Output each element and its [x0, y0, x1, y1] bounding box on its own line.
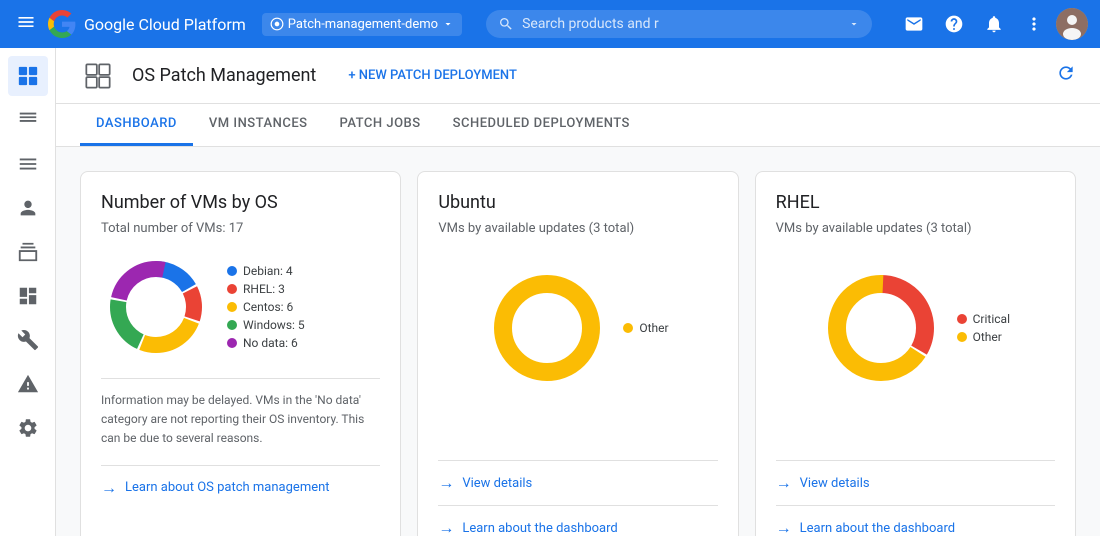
- sidebar-item-list[interactable]: [8, 144, 48, 184]
- legend-debian: Debian: 4: [227, 264, 305, 278]
- legend-nodata: No data: 6: [227, 336, 305, 350]
- link-arrow-icon: →: [438, 473, 454, 493]
- menu-icon[interactable]: [12, 8, 40, 41]
- legend-dot-centos: [227, 302, 237, 312]
- ubuntu-view-details-link[interactable]: → View details: [438, 460, 717, 505]
- search-dropdown-icon: [848, 18, 860, 30]
- vms-donut-container: Debian: 4 RHEL: 3 Centos: 6 Windows: [101, 252, 380, 362]
- legend-dot-ubuntu-other: [623, 323, 633, 333]
- legend-dot-rhel-critical: [957, 314, 967, 324]
- project-icon: [270, 17, 284, 31]
- help-icon[interactable]: [936, 6, 972, 42]
- tabs: DASHBOARD VM INSTANCES PATCH JOBS SCHEDU…: [56, 104, 1100, 147]
- link-arrow-icon: →: [776, 518, 792, 536]
- dashboard-content: Number of VMs by OS Total number of VMs:…: [56, 147, 1100, 536]
- link-arrow-icon: →: [776, 473, 792, 493]
- main-layout: OS Patch Management + NEW PATCH DEPLOYME…: [0, 48, 1100, 536]
- gcp-logo-icon: [48, 10, 76, 38]
- card-title-rhel: RHEL: [776, 192, 1055, 213]
- ubuntu-donut-area: Other: [438, 252, 717, 404]
- project-dropdown-icon: [442, 18, 454, 30]
- legend-dot-nodata: [227, 338, 237, 348]
- rhel-links: → View details → Learn about the dashboa…: [776, 460, 1055, 536]
- logo: Google Cloud Platform: [48, 10, 246, 38]
- sidebar-item-storage[interactable]: [8, 232, 48, 272]
- rhel-learn-dashboard-link[interactable]: → Learn about the dashboard: [776, 505, 1055, 536]
- legend-dot-rhel: [227, 284, 237, 294]
- sidebar-item-person[interactable]: [8, 188, 48, 228]
- legend-rhel-critical: Critical: [957, 312, 1010, 326]
- rhel-legend: Critical Other: [957, 312, 1010, 344]
- page-icon: [80, 58, 116, 94]
- card-subtitle-vms: Total number of VMs: 17: [101, 221, 380, 236]
- topnav: Google Cloud Platform Patch-management-d…: [0, 0, 1100, 48]
- vms-donut-chart: [101, 252, 211, 362]
- sidebar-item-warning[interactable]: [8, 364, 48, 404]
- sidebar-item-settings[interactable]: [8, 408, 48, 448]
- search-placeholder: Search products and r: [522, 16, 840, 32]
- legend-centos: Centos: 6: [227, 300, 305, 314]
- rhel-donut-area: Critical Other: [776, 252, 1055, 404]
- avatar[interactable]: [1056, 8, 1088, 40]
- sidebar-item-compute[interactable]: [8, 100, 48, 140]
- notifications-icon[interactable]: [976, 6, 1012, 42]
- tab-scheduled-deployments[interactable]: SCHEDULED DEPLOYMENTS: [437, 104, 646, 146]
- sidebar-item-tools[interactable]: [8, 320, 48, 360]
- sidebar-item-dashboard[interactable]: [8, 276, 48, 316]
- link-arrow-icon: →: [101, 478, 117, 498]
- project-name: Patch-management-demo: [288, 17, 438, 32]
- link-arrow-icon: →: [438, 518, 454, 536]
- legend-ubuntu-other: Other: [623, 321, 668, 335]
- ubuntu-links: → View details → Learn about the dashboa…: [438, 460, 717, 536]
- app-title: Google Cloud Platform: [84, 15, 246, 34]
- project-selector[interactable]: Patch-management-demo: [262, 13, 462, 36]
- search-bar[interactable]: Search products and r: [486, 10, 872, 38]
- card-title-vms: Number of VMs by OS: [101, 192, 380, 213]
- search-icon: [498, 16, 514, 32]
- card-subtitle-rhel: VMs by available updates (3 total): [776, 221, 1055, 236]
- ubuntu-learn-dashboard-link[interactable]: → Learn about the dashboard: [438, 505, 717, 536]
- ubuntu-card: Ubuntu VMs by available updates (3 total…: [417, 171, 738, 536]
- vms-legend: Debian: 4 RHEL: 3 Centos: 6 Windows: [227, 264, 305, 350]
- tab-vm-instances[interactable]: VM INSTANCES: [193, 104, 324, 146]
- ubuntu-legend: Other: [623, 321, 668, 335]
- vms-by-os-card: Number of VMs by OS Total number of VMs:…: [80, 171, 401, 536]
- topnav-actions: [896, 6, 1088, 42]
- legend-rhel-other: Other: [957, 330, 1010, 344]
- learn-patch-management-link[interactable]: → Learn about OS patch management: [101, 465, 380, 510]
- more-icon[interactable]: [1016, 6, 1052, 42]
- legend-dot-rhel-other: [957, 332, 967, 342]
- legend-windows: Windows: 5: [227, 318, 305, 332]
- page-title: OS Patch Management: [132, 65, 316, 86]
- sidebar-item-patch[interactable]: [8, 56, 48, 96]
- page-header: OS Patch Management + NEW PATCH DEPLOYME…: [56, 48, 1100, 104]
- rhel-view-details-link[interactable]: → View details: [776, 460, 1055, 505]
- new-patch-deployment-button[interactable]: + NEW PATCH DEPLOYMENT: [340, 62, 525, 89]
- refresh-icon[interactable]: [1056, 63, 1076, 88]
- legend-rhel: RHEL: 3: [227, 282, 305, 296]
- card-subtitle-ubuntu: VMs by available updates (3 total): [438, 221, 717, 236]
- ubuntu-donut-chart: [487, 268, 607, 388]
- legend-dot-debian: [227, 266, 237, 276]
- sidebar: [0, 48, 56, 536]
- legend-dot-windows: [227, 320, 237, 330]
- vms-info-text: Information may be delayed. VMs in the '…: [101, 378, 380, 449]
- tab-dashboard[interactable]: DASHBOARD: [80, 104, 193, 146]
- email-icon[interactable]: [896, 6, 932, 42]
- tab-patch-jobs[interactable]: PATCH JOBS: [324, 104, 437, 146]
- rhel-donut-chart: [821, 268, 941, 388]
- content-area: OS Patch Management + NEW PATCH DEPLOYME…: [56, 48, 1100, 536]
- rhel-card: RHEL VMs by available updates (3 total) …: [755, 171, 1076, 536]
- card-title-ubuntu: Ubuntu: [438, 192, 717, 213]
